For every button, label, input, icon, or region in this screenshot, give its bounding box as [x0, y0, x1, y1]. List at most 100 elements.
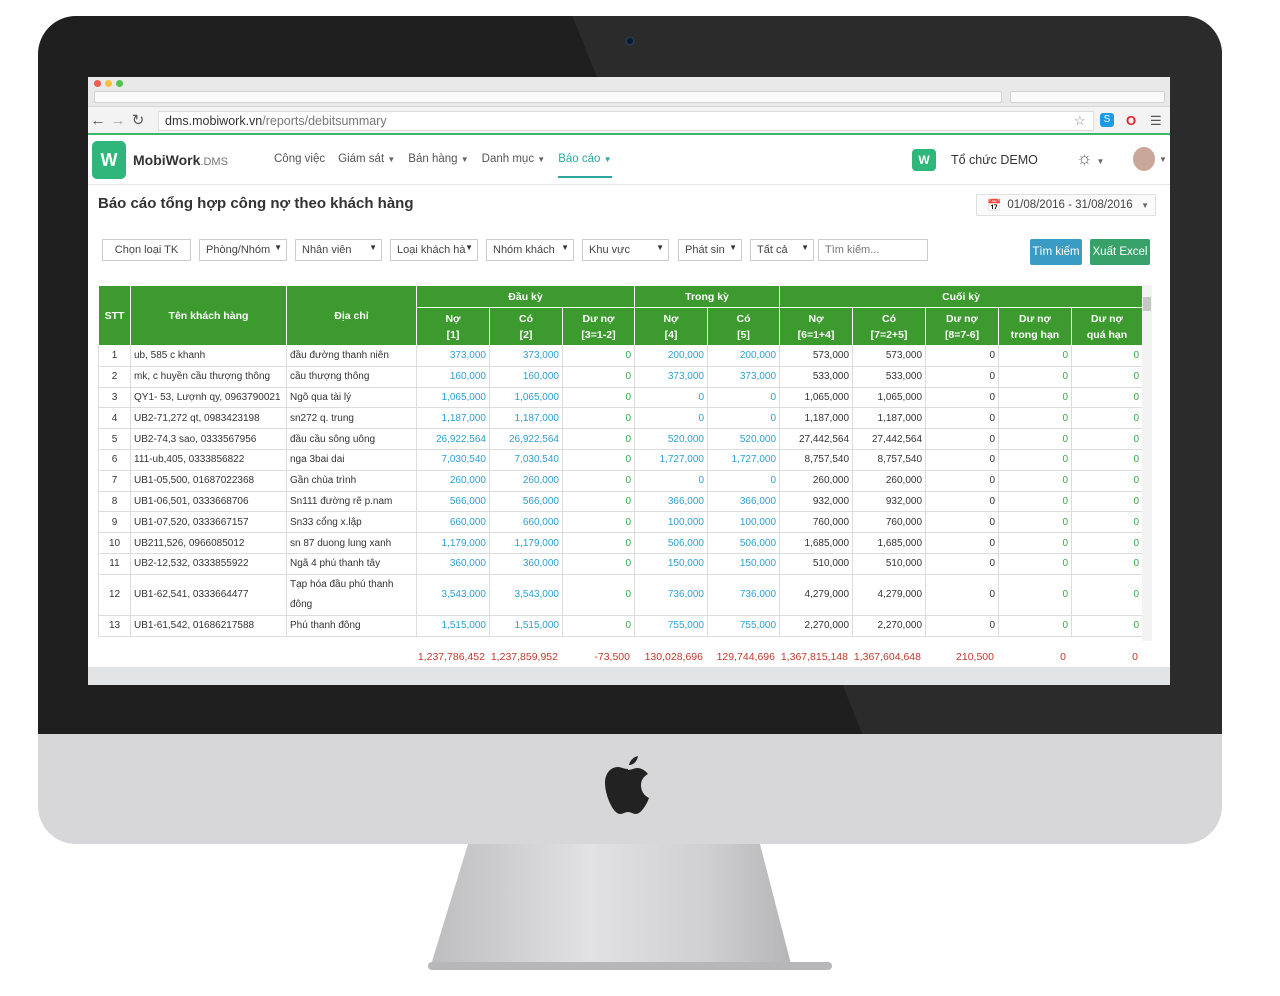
screen: ← → ↻ dms.mobiwork.vn/reports/debitsumma… [88, 77, 1170, 685]
table-cell: 8,757,540 [779, 448, 854, 471]
chevron-down-icon: ▼ [729, 243, 737, 252]
account-type-select[interactable]: Chọn loại TK [102, 239, 191, 261]
date-range-picker[interactable]: 📅 01/08/2016 - 31/08/2016 ▼ [976, 194, 1156, 216]
col-address: Địa chỉ [286, 285, 417, 346]
col-closing-credit: Có [7=2+5] [852, 307, 927, 346]
minimize-window-icon[interactable] [105, 80, 112, 87]
table-cell: 0 [925, 552, 1000, 575]
menu-cong-viec[interactable]: Công việc [274, 153, 325, 178]
table-cell: UB2-74,3 sao, 0333567956 [130, 428, 287, 450]
reload-icon[interactable]: ↻ [128, 111, 148, 129]
occurrence-select[interactable]: Phát sin ▼ [678, 239, 742, 261]
status-select[interactable]: Tất cả ▼ [750, 239, 814, 261]
table-cell: 0 [925, 448, 1000, 471]
opera-icon[interactable]: O [1126, 113, 1136, 128]
staff-select[interactable]: Nhân viên ▼ [295, 239, 382, 261]
department-select[interactable]: Phòng/Nhóm ▼ [199, 239, 287, 261]
table-row[interactable]: 6 111-ub,405, 0333856822 nga 3bai dai 7,030… [98, 448, 1142, 471]
table-cell: 8,757,540 [852, 448, 927, 471]
table-cell: 4,279,000 [852, 573, 927, 616]
forward-icon[interactable]: → [108, 112, 128, 129]
table-cell: 0 [998, 552, 1073, 575]
user-menu-chevron-icon[interactable]: ▼ [1159, 155, 1167, 164]
table-cell: 8 [98, 490, 131, 513]
user-avatar[interactable] [1133, 147, 1155, 171]
table-cell: 510,000 [852, 552, 927, 575]
table-cell: 200,000 [634, 345, 708, 367]
browser-search-box[interactable] [1010, 91, 1165, 103]
back-icon[interactable]: ← [88, 112, 108, 129]
table-cell: 0 [634, 407, 708, 430]
table-row[interactable]: 11 UB2-12,532, 0333855922 Ngã 4 phú thanh … [98, 552, 1142, 575]
menu-danh-muc[interactable]: Danh mục ▼ [482, 153, 546, 178]
table-cell: 0 [562, 490, 635, 513]
browser-tab[interactable] [94, 91, 1002, 103]
table-cell: 533,000 [852, 365, 927, 388]
browser-menu-icon[interactable]: ☰ [1150, 113, 1162, 129]
region-select[interactable]: Khu vực ▼ [582, 239, 669, 261]
table-cell: 1,187,000 [489, 407, 563, 430]
language-globe-icon[interactable]: ☼ ▼ [1076, 148, 1104, 169]
customer-type-select[interactable]: Loại khách hà ▼ [390, 239, 478, 261]
table-row[interactable]: 3 QY1- 53, Lượnh qy, 0963790021 Ngõ qua tà… [98, 386, 1142, 409]
table-row[interactable]: 5 UB2-74,3 sao, 0333567956 đầu cầu sông uô… [98, 428, 1142, 450]
page-titlebar: Báo cáo tổng hợp công nợ theo khách hàng… [88, 185, 1170, 225]
maximize-window-icon[interactable] [116, 80, 123, 87]
search-button[interactable]: Tìm kiếm [1030, 239, 1082, 265]
total-cell: 1,237,786,452 [417, 651, 485, 663]
brand-name[interactable]: MobiWork.DMS [133, 152, 228, 168]
table-cell: 4,279,000 [779, 573, 854, 616]
table-row[interactable]: 4 UB2-71,272 qt, 0983423198 sn272 q. trung… [98, 407, 1142, 430]
table-cell: 660,000 [416, 511, 490, 534]
table-row[interactable]: 9 UB1-07,520, 0333667157 Sn33 cổng x.lập 66… [98, 511, 1142, 534]
total-cell: 1,237,859,952 [490, 651, 558, 663]
customer-group-select[interactable]: Nhóm khách ▼ [486, 239, 574, 261]
brand-logo-icon[interactable]: W [92, 141, 126, 179]
table-scrollbar[interactable] [1142, 285, 1152, 641]
close-window-icon[interactable] [94, 80, 101, 87]
table-cell: 1,187,000 [779, 407, 854, 430]
table-row[interactable]: 12 UB1-62,541, 0333664477 Tạp hóa đầu phú … [98, 573, 1142, 616]
table-cell: UB1-05,500, 01687022368 [130, 469, 287, 492]
table-cell: UB2-71,272 qt, 0983423198 [130, 407, 287, 430]
table-row[interactable]: 2 mk, c huyền cầu thượng thông cầu thượng … [98, 365, 1142, 388]
page-title: Báo cáo tổng hợp công nợ theo khách hàng [98, 195, 414, 212]
table-cell: UB1-07,520, 0333667157 [130, 511, 287, 534]
table-cell: 366,000 [634, 490, 708, 513]
table-cell: 7 [98, 469, 131, 492]
export-excel-button[interactable]: Xuất Excel [1090, 239, 1150, 265]
monitor-stand [430, 844, 792, 968]
table-cell: 1,065,000 [852, 386, 927, 409]
table-cell: 12 [98, 573, 131, 616]
table-row[interactable]: 7 UB1-05,500, 01687022368 Gần chùa trình 26… [98, 469, 1142, 492]
address-bar[interactable]: dms.mobiwork.vn/reports/debitsummary [158, 111, 1094, 131]
table-cell: 150,000 [634, 552, 708, 575]
menu-bao-cao[interactable]: Báo cáo ▼ [558, 153, 612, 178]
table-cell: 0 [998, 532, 1073, 554]
table-cell: 13 [98, 614, 131, 637]
table-row[interactable]: 13 UB1-61,542, 01686217588 Phú thanh đông 1… [98, 614, 1142, 637]
bookmark-star-icon[interactable]: ☆ [1074, 113, 1086, 129]
table-cell: 1,187,000 [416, 407, 490, 430]
url-path: /reports/debitsummary [262, 114, 387, 128]
table-cell: 520,000 [634, 428, 708, 450]
search-input[interactable] [818, 239, 928, 261]
table-cell: 0 [925, 532, 1000, 554]
organization-name[interactable]: Tổ chức DEMO [951, 153, 1038, 167]
col-opening-balance: Dư nợ [3=1-2] [562, 307, 635, 346]
table-cell: 755,000 [634, 614, 708, 637]
table-cell: Tạp hóa đầu phú thanh đông [286, 573, 417, 616]
table-cell: 1,065,000 [489, 386, 563, 409]
table-row[interactable]: 10 UB211,526, 0966085012 sn 87 duong lung … [98, 532, 1142, 554]
table-cell: 100,000 [706, 511, 781, 534]
table-cell: 932,000 [779, 490, 854, 513]
menu-giam-sat[interactable]: Giám sát ▼ [338, 153, 395, 178]
table-cell: 27,442,564 [779, 428, 854, 450]
table-row[interactable]: 1 ub, 585 c khanh đầu đường thanh niên 373,… [98, 345, 1142, 367]
skype-icon[interactable]: S [1100, 113, 1114, 127]
table-cell: 1 [98, 345, 131, 367]
table-row[interactable]: 8 UB1-06,501, 0333668706 Sn111 đường rẽ p.… [98, 490, 1142, 513]
menu-ban-hang[interactable]: Bán hàng ▼ [408, 153, 468, 178]
table-cell: Ngã 4 phú thanh tây [286, 552, 417, 575]
chevron-down-icon: ▼ [603, 155, 612, 164]
